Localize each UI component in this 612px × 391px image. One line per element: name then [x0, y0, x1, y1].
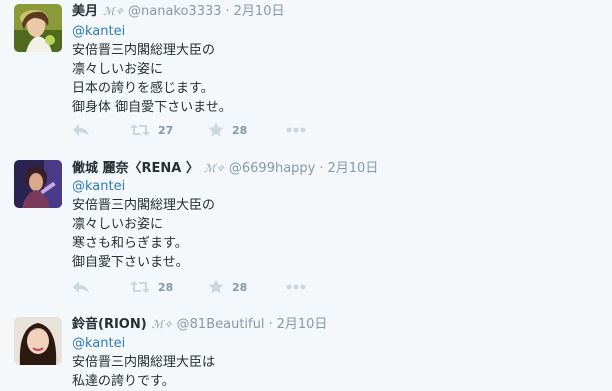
tweet-line: 凛々しいお姿に	[72, 217, 164, 232]
tweet-item[interactable]: 僘城 麗奈〈RENA 〉 ℳ✧ @6699happy · 2月10日 @kantei 安…	[0, 150, 612, 306]
favorite-count: 28	[232, 280, 248, 294]
separator: ·	[225, 4, 230, 19]
more-button[interactable]	[286, 278, 306, 296]
tweet-header: 鈴音(RION) ℳ✧ @81Beautiful · 2月10日	[72, 317, 327, 333]
user-name[interactable]: 鈴音(RION)	[72, 317, 147, 332]
retweet-count: 27	[158, 123, 174, 137]
avatar[interactable]	[14, 317, 62, 365]
profile-mark: ℳ✧	[151, 318, 173, 331]
tweet-actions: 28 28	[72, 278, 372, 296]
avatar[interactable]	[14, 4, 62, 52]
tweet-line: 私達の誇りです。	[72, 374, 175, 389]
user-handle[interactable]: @nanako3333	[128, 4, 222, 19]
reply-button[interactable]	[72, 278, 90, 296]
profile-mark: ℳ✧	[103, 5, 124, 18]
more-button[interactable]	[286, 121, 306, 139]
favorite-button[interactable]: 28	[208, 121, 247, 139]
user-name[interactable]: 僘城 麗奈〈RENA 〉	[72, 161, 199, 176]
tweet-item[interactable]: 鈴音(RION) ℳ✧ @81Beautiful · 2月10日 @kantei 安倍晋…	[0, 305, 612, 391]
avatar[interactable]	[14, 160, 62, 208]
favorite-button[interactable]: 28	[208, 278, 247, 296]
retweet-icon	[130, 281, 150, 293]
more-icon	[286, 127, 306, 133]
more-icon	[286, 284, 306, 290]
user-handle[interactable]: @81Beautiful	[177, 317, 265, 332]
mention-link[interactable]: @kantei	[72, 22, 232, 41]
favorite-icon	[208, 279, 224, 294]
user-name[interactable]: 美月	[72, 4, 98, 19]
retweet-button[interactable]: 28	[130, 278, 173, 296]
tweet-text: @kantei 安倍晋三内閣総理大臣の 凛々しいお姿に 寒さも和らぎます。 御自…	[72, 177, 215, 272]
separator: ·	[319, 161, 324, 176]
tweet-line: 御自愛下さいませ。	[72, 255, 189, 270]
user-handle[interactable]: @6699happy	[229, 161, 316, 176]
profile-mark: ℳ✧	[203, 162, 225, 175]
tweet-header: 僘城 麗奈〈RENA 〉 ℳ✧ @6699happy · 2月10日	[72, 161, 378, 177]
reply-button[interactable]	[72, 121, 90, 139]
tweet-line: 凛々しいお姿に	[72, 62, 164, 77]
tweet-header: 美月 ℳ✧ @nanako3333 · 2月10日	[72, 4, 284, 20]
retweet-button[interactable]: 27	[130, 121, 173, 139]
tweet-actions: 27 28	[72, 121, 372, 139]
tweet-line: 安倍晋三内閣総理大臣の	[72, 198, 216, 213]
retweet-icon	[130, 124, 150, 136]
timestamp[interactable]: 2月10日	[277, 317, 328, 332]
tweet-text: @kantei 安倍晋三内閣総理大臣の 凛々しいお姿に 日本の誇りを感じます。 …	[72, 22, 232, 117]
tweet-line: 日本の誇りを感じます。	[72, 81, 214, 96]
mention-link[interactable]: @kantei	[72, 334, 215, 353]
favorite-count: 28	[232, 123, 248, 137]
tweet-line: 安倍晋三内閣総理大臣は	[72, 355, 216, 370]
reply-icon	[73, 124, 89, 136]
timestamp[interactable]: 2月10日	[328, 161, 379, 176]
mention-link[interactable]: @kantei	[72, 177, 215, 196]
tweet-line: 御身体 御自愛下さいませ。	[72, 100, 232, 115]
tweet-line: 安倍晋三内閣総理大臣の	[72, 43, 216, 58]
tweet-text: @kantei 安倍晋三内閣総理大臣は 私達の誇りです。	[72, 334, 215, 391]
reply-icon	[73, 281, 89, 293]
favorite-icon	[208, 122, 224, 137]
separator: ·	[268, 317, 273, 332]
tweet-line: 寒さも和らぎます。	[72, 236, 188, 251]
retweet-count: 28	[158, 280, 174, 294]
timestamp[interactable]: 2月10日	[234, 4, 285, 19]
tweet-item[interactable]: 美月 ℳ✧ @nanako3333 · 2月10日 @kantei 安倍晋三内閣総理大臣…	[0, 0, 612, 151]
